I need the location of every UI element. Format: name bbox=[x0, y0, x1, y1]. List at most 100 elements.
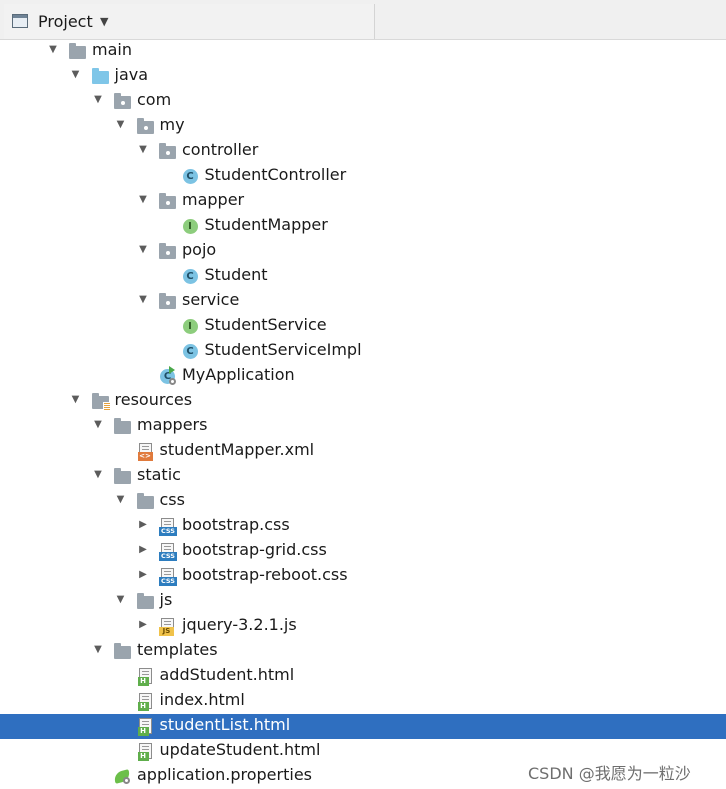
tree-node-bootstrap-css[interactable]: ▶ CSS bootstrap.css bbox=[0, 514, 726, 539]
tree-node-pojo[interactable]: ▼ pojo bbox=[0, 239, 726, 264]
tree-node-java[interactable]: ▼ java bbox=[0, 64, 726, 89]
tree-node-static[interactable]: ▼ static bbox=[0, 464, 726, 489]
expand-arrow-icon[interactable]: ▼ bbox=[70, 394, 82, 406]
tree-node-service[interactable]: ▼ service bbox=[0, 289, 726, 314]
html-file-icon: H bbox=[137, 693, 155, 711]
interface-icon: I bbox=[182, 318, 200, 336]
expand-arrow-icon[interactable]: ▼ bbox=[115, 119, 127, 131]
tree-node-label: css bbox=[159, 490, 185, 509]
folder-icon bbox=[136, 493, 155, 511]
tree-node-js[interactable]: ▼ js bbox=[0, 589, 726, 614]
project-view-title: Project bbox=[38, 12, 93, 31]
tree-node-label: com bbox=[137, 90, 172, 109]
tree-node-label: studentList.html bbox=[159, 715, 291, 734]
expand-arrow-icon[interactable]: ▼ bbox=[137, 294, 149, 306]
tree-node-label: jquery-3.2.1.js bbox=[182, 615, 297, 634]
tree-node-label: MyApplication bbox=[182, 365, 295, 384]
tree-node-label: index.html bbox=[159, 690, 245, 709]
tree-node-index-html[interactable]: Hindex.html bbox=[0, 689, 726, 714]
tree-node-resources[interactable]: ▼ resources bbox=[0, 389, 726, 414]
tree-node-label: mapper bbox=[182, 190, 245, 209]
tree-node-label: resources bbox=[114, 390, 193, 409]
tree-node-label: bootstrap.css bbox=[182, 515, 290, 534]
package-icon bbox=[159, 293, 177, 311]
spring-boot-class-icon: C bbox=[159, 366, 177, 386]
resources-folder-icon bbox=[91, 393, 111, 411]
tree-node-controller[interactable]: ▼ controller bbox=[0, 139, 726, 164]
tree-node-studentmapper-xml[interactable]: <> studentMapper.xml bbox=[0, 439, 726, 464]
tree-node-label: templates bbox=[137, 640, 218, 659]
tree-node-templates[interactable]: ▼ templates bbox=[0, 639, 726, 664]
tree-node-label: application.properties bbox=[137, 765, 312, 784]
tree-node-studentcontroller[interactable]: C StudentController bbox=[0, 164, 726, 189]
expand-arrow-icon[interactable]: ▼ bbox=[137, 144, 149, 156]
tree-node-bootstrap-reboot-css[interactable]: ▶ CSS bootstrap-reboot.css bbox=[0, 564, 726, 589]
tree-node-studentlist-html[interactable]: HstudentList.html bbox=[0, 714, 726, 739]
tree-node-bootstrap-grid-css[interactable]: ▶ CSS bootstrap-grid.css bbox=[0, 539, 726, 564]
package-icon bbox=[114, 93, 132, 111]
tree-node-studentservice[interactable]: I StudentService bbox=[0, 314, 726, 339]
expand-arrow-icon[interactable]: ▼ bbox=[115, 594, 127, 606]
expand-arrow-icon[interactable]: ▼ bbox=[92, 94, 104, 106]
tree-node-my[interactable]: ▼ my bbox=[0, 114, 726, 139]
html-file-icon: H bbox=[137, 668, 155, 686]
tree-node-mapper[interactable]: ▼ mapper bbox=[0, 189, 726, 214]
class-icon: C bbox=[182, 268, 200, 286]
html-file-icon: H bbox=[137, 743, 155, 761]
tree-node-label: js bbox=[159, 590, 173, 609]
tree-node-label: my bbox=[159, 115, 185, 134]
expand-arrow-icon[interactable]: ▼ bbox=[115, 494, 127, 506]
tree-node-label: bootstrap-grid.css bbox=[182, 540, 327, 559]
tree-node-label: StudentController bbox=[204, 165, 347, 184]
package-icon bbox=[159, 193, 177, 211]
tree-node-label: StudentServiceImpl bbox=[204, 340, 362, 359]
tree-node-label: updateStudent.html bbox=[159, 740, 321, 759]
package-icon bbox=[136, 118, 155, 136]
tree-node-studentserviceimpl[interactable]: C StudentServiceImpl bbox=[0, 339, 726, 364]
xml-file-icon: <> bbox=[137, 443, 155, 461]
tree-node-label: controller bbox=[182, 140, 259, 159]
tree-node-label: StudentService bbox=[204, 315, 327, 334]
html-file-icon: H bbox=[137, 718, 155, 736]
tree-node-label: mappers bbox=[137, 415, 208, 434]
tree-node-label: service bbox=[182, 290, 240, 309]
interface-icon: I bbox=[182, 218, 200, 236]
spring-properties-icon bbox=[112, 768, 132, 786]
css-file-icon: CSS bbox=[159, 518, 177, 536]
tree-node-main[interactable]: ▼ main bbox=[0, 39, 726, 64]
tree-node-label: static bbox=[137, 465, 181, 484]
expand-arrow-icon[interactable]: ▼ bbox=[92, 644, 104, 656]
expand-arrow-icon[interactable]: ▼ bbox=[137, 244, 149, 256]
tree-node-mappers[interactable]: ▼ mappers bbox=[0, 414, 726, 439]
tree-node-student[interactable]: C Student bbox=[0, 264, 726, 289]
expand-arrow-icon[interactable]: ▼ bbox=[92, 469, 104, 481]
tree-node-com[interactable]: ▼ com bbox=[0, 89, 726, 114]
expand-arrow-icon[interactable]: ▼ bbox=[137, 194, 149, 206]
project-tool-window-header: Project ▼ bbox=[0, 0, 726, 40]
collapse-arrow-icon[interactable]: ▶ bbox=[137, 544, 149, 556]
class-icon: C bbox=[182, 168, 200, 186]
tree-node-jquery-3-2-1-js[interactable]: ▶ JS jquery-3.2.1.js bbox=[0, 614, 726, 639]
tree-node-myapplication[interactable]: C MyApplication bbox=[0, 364, 726, 389]
source-folder-icon bbox=[91, 68, 110, 86]
folder-icon bbox=[136, 593, 155, 611]
css-file-icon: CSS bbox=[159, 568, 177, 586]
collapse-arrow-icon[interactable]: ▶ bbox=[137, 619, 149, 631]
project-window-icon bbox=[12, 14, 28, 28]
collapse-arrow-icon[interactable]: ▶ bbox=[137, 519, 149, 531]
tree-node-label: StudentMapper bbox=[204, 215, 328, 234]
expand-arrow-icon[interactable]: ▼ bbox=[70, 69, 82, 81]
folder-icon bbox=[69, 43, 87, 61]
collapse-arrow-icon[interactable]: ▶ bbox=[137, 569, 149, 581]
tree-node-label: main bbox=[92, 40, 132, 59]
folder-icon bbox=[114, 418, 132, 436]
folder-icon bbox=[114, 643, 132, 661]
expand-arrow-icon[interactable]: ▼ bbox=[92, 419, 104, 431]
tree-node-addstudent-html[interactable]: HaddStudent.html bbox=[0, 664, 726, 689]
folder-icon bbox=[114, 468, 132, 486]
tree-node-studentmapper[interactable]: I StudentMapper bbox=[0, 214, 726, 239]
project-view-selector[interactable]: Project ▼ bbox=[4, 4, 375, 39]
tree-node-css[interactable]: ▼ css bbox=[0, 489, 726, 514]
expand-arrow-icon[interactable]: ▼ bbox=[47, 44, 59, 56]
chevron-down-icon[interactable]: ▼ bbox=[100, 15, 108, 28]
